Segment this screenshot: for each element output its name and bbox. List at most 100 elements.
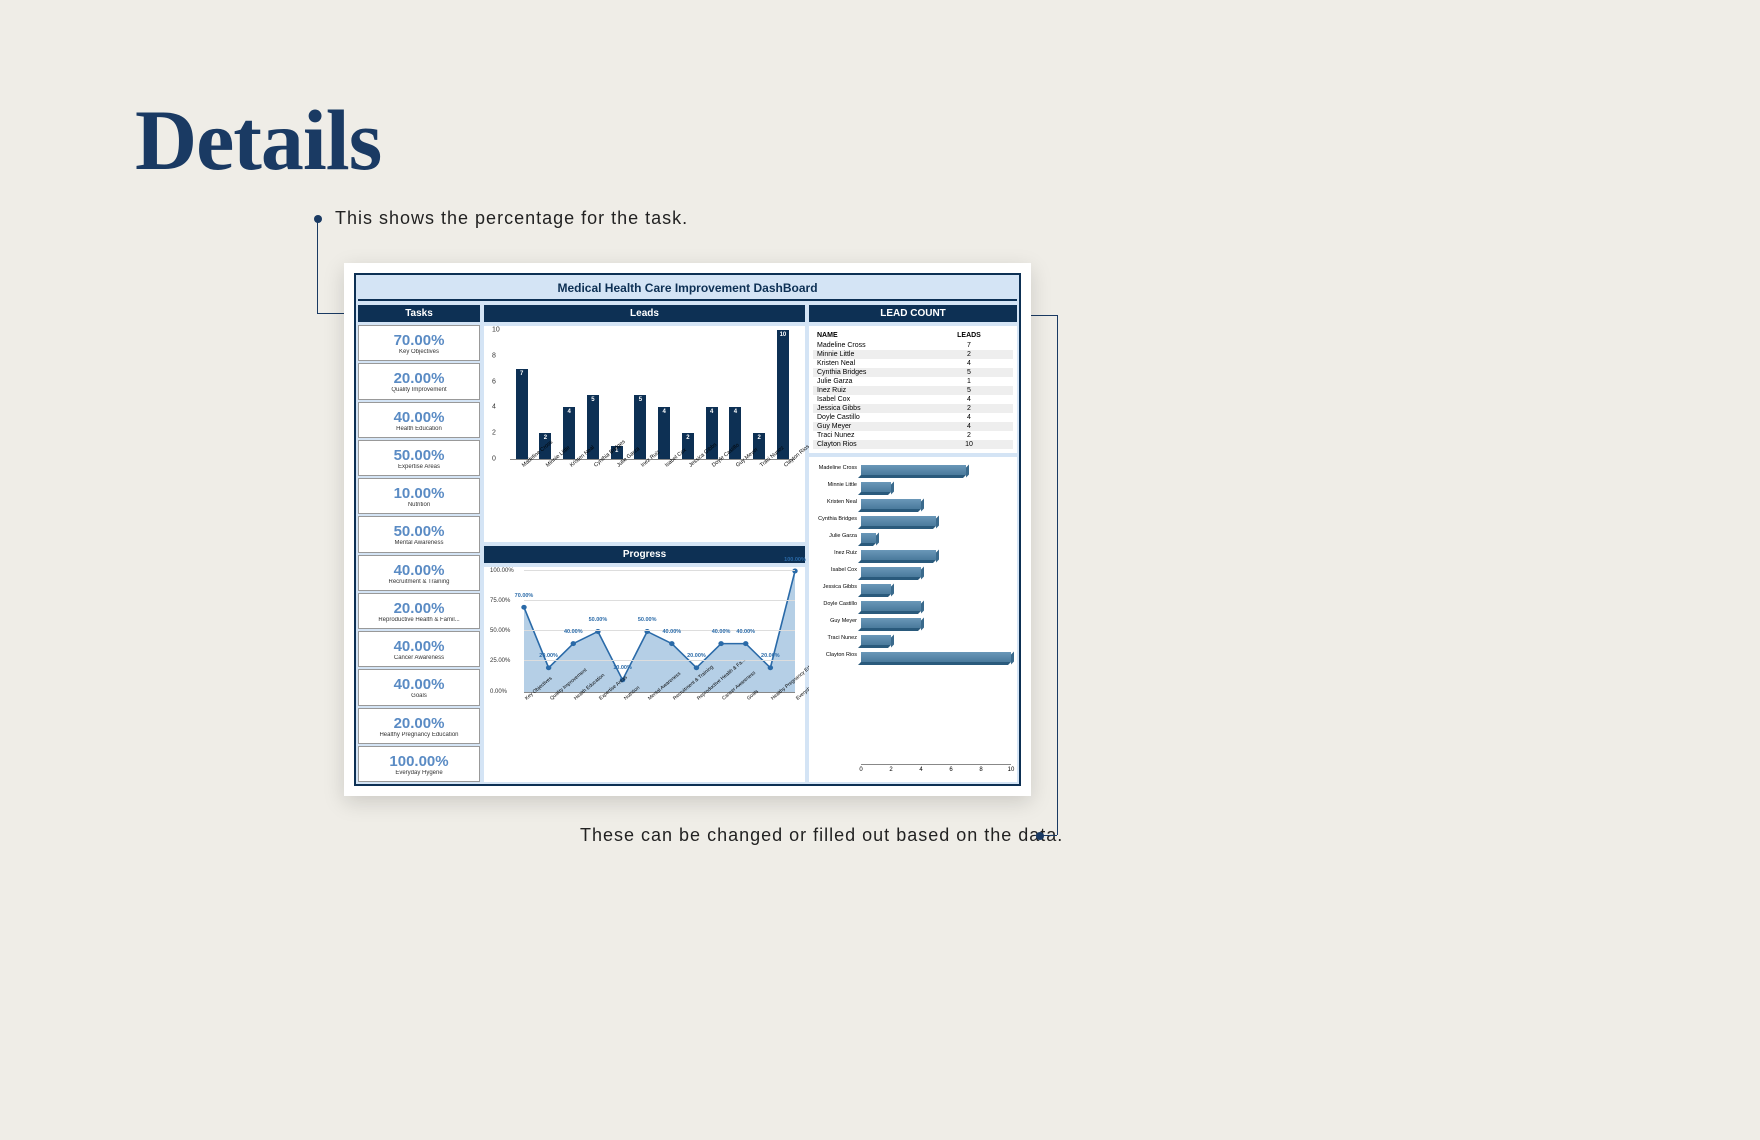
cell-value: 4 [929, 360, 1009, 367]
hbar-row: Traci Nunez [861, 633, 1011, 650]
cell-value: 4 [929, 414, 1009, 421]
task-card: 100.00%Everyday Hygene [358, 746, 480, 782]
task-percentage: 20.00% [361, 371, 477, 386]
cell-value: 4 [929, 423, 1009, 430]
cell-name: Kristen Neal [817, 360, 929, 367]
lead-count-header: LEAD COUNT [809, 305, 1017, 322]
task-card: 50.00%Expertise Areas [358, 440, 480, 476]
hbar [861, 567, 921, 577]
task-percentage: 50.00% [361, 524, 477, 539]
task-percentage: 70.00% [361, 333, 477, 348]
bar-value-label: 2 [758, 435, 761, 441]
y-tick: 100.00% [490, 568, 514, 574]
data-point-label: 100.00% [784, 557, 806, 563]
bar-value-label: 4 [710, 409, 713, 415]
hbar-row: Jessica Gibbs [861, 582, 1011, 599]
data-point [694, 665, 699, 670]
task-card: 20.00%Reproductive Health & Famil... [358, 593, 480, 629]
y-tick: 0.00% [490, 689, 507, 695]
bar-value-label: 2 [544, 435, 547, 441]
y-tick: 2 [492, 430, 496, 437]
callout-dot [1036, 832, 1044, 840]
table-row: Clayton Rios10 [813, 440, 1013, 449]
data-point [521, 604, 526, 609]
cell-value: 1 [929, 378, 1009, 385]
hbar [861, 584, 891, 594]
bar-value-label: 2 [686, 435, 689, 441]
hbar-label: Cynthia Bridges [813, 516, 857, 522]
bar-value-label: 4 [663, 409, 666, 415]
x-tick: 0 [859, 767, 862, 773]
task-card: 40.00%Health Education [358, 402, 480, 438]
x-tick: 4 [919, 767, 922, 773]
data-point-label: 50.00% [589, 617, 608, 623]
progress-header: Progress [484, 546, 805, 563]
progress-area-chart: 0.00%25.00%50.00%75.00%100.00%70.00%20.0… [484, 567, 805, 783]
task-percentage: 20.00% [361, 601, 477, 616]
task-percentage: 20.00% [361, 716, 477, 731]
page-title: Details [135, 90, 381, 190]
table-row: Traci Nunez2 [813, 431, 1013, 440]
task-percentage: 40.00% [361, 639, 477, 654]
task-card: 40.00%Recruitment & Training [358, 555, 480, 591]
table-row: Madeline Cross7 [813, 341, 1013, 350]
hbar-label: Doyle Castillo [813, 601, 857, 607]
hbar-label: Kristen Neal [813, 499, 857, 505]
task-label: Everyday Hygene [361, 770, 477, 776]
callout-dot [314, 215, 322, 223]
callout-line [317, 222, 318, 313]
data-point-label: 20.00% [539, 653, 558, 659]
cell-value: 4 [929, 396, 1009, 403]
hbar [861, 635, 891, 645]
x-tick: 6 [949, 767, 952, 773]
cell-name: Minnie Little [817, 351, 929, 358]
dashboard: Medical Health Care Improvement DashBoar… [344, 263, 1031, 796]
data-point [571, 641, 576, 646]
cell-name: Julie Garza [817, 378, 929, 385]
leads-bar-chart: 02468107245154244210 Madeline CrossMinni… [484, 326, 805, 542]
cell-name: Guy Meyer [817, 423, 929, 430]
cell-value: 2 [929, 405, 1009, 412]
task-card: 70.00%Key Objectives [358, 325, 480, 361]
data-point-label: 10.00% [613, 665, 632, 671]
hbar [861, 618, 921, 628]
table-header-leads: LEADS [929, 332, 1009, 339]
task-label: Recruitment & Training [361, 579, 477, 585]
task-card: 40.00%Goals [358, 669, 480, 705]
bar-value-label: 5 [639, 397, 642, 403]
task-label: Goals [361, 693, 477, 699]
task-card: 20.00%Quality Improvement [358, 363, 480, 399]
data-point [546, 665, 551, 670]
cell-name: Clayton Rios [817, 441, 929, 448]
table-header-name: NAME [817, 332, 929, 339]
task-percentage: 10.00% [361, 486, 477, 501]
task-card: 40.00%Cancer Awareness [358, 631, 480, 667]
hbar-label: Minnie Little [813, 482, 857, 488]
table-row: Julie Garza1 [813, 377, 1013, 386]
tasks-header: Tasks [358, 305, 480, 322]
task-percentage: 40.00% [361, 563, 477, 578]
hbar-row: Kristen Neal [861, 497, 1011, 514]
hbar [861, 601, 921, 611]
data-point-label: 40.00% [712, 629, 731, 635]
table-row: Isabel Cox4 [813, 395, 1013, 404]
hbar-row: Julie Garza [861, 531, 1011, 548]
data-point-label: 50.00% [638, 617, 657, 623]
lead-count-table: NAME LEADS Madeline Cross7Minnie Little2… [809, 326, 1017, 453]
task-label: Mental Awareness [361, 540, 477, 546]
task-card: 20.00%Healthy Pregnancy Education [358, 708, 480, 744]
cell-name: Madeline Cross [817, 342, 929, 349]
y-tick: 50.00% [490, 628, 510, 634]
cell-name: Doyle Castillo [817, 414, 929, 421]
leads-header: Leads [484, 305, 805, 322]
callout-line [1057, 315, 1058, 835]
cell-value: 2 [929, 351, 1009, 358]
hbar [861, 499, 921, 509]
hbar [861, 533, 876, 543]
y-tick: 4 [492, 404, 496, 411]
hbar [861, 550, 936, 560]
cell-name: Inez Ruiz [817, 387, 929, 394]
table-row: Jessica Gibbs2 [813, 404, 1013, 413]
bar-value-label: 7 [520, 371, 523, 377]
cell-value: 5 [929, 369, 1009, 376]
